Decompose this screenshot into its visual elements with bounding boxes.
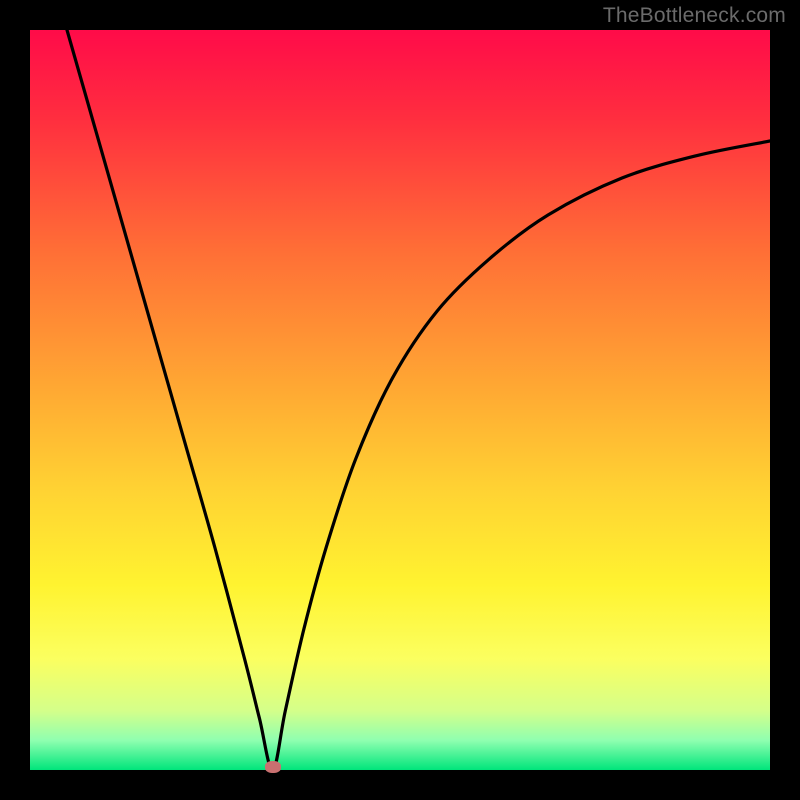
background-gradient bbox=[30, 30, 770, 770]
chart-frame: TheBottleneck.com bbox=[0, 0, 800, 800]
optimum-marker bbox=[265, 761, 281, 773]
plot-area bbox=[30, 30, 770, 770]
watermark-text: TheBottleneck.com bbox=[603, 4, 786, 28]
